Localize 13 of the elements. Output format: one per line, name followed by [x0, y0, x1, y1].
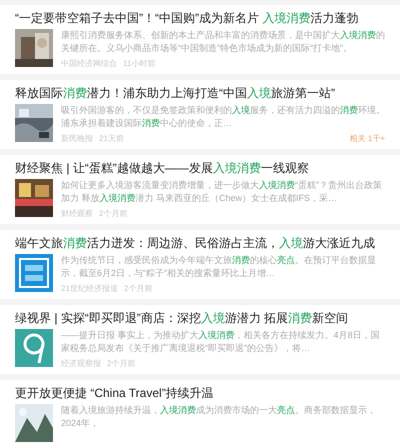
article-summary: ——提升日报 事实上，为推动扩大入境消费，相关各方在持续发力。4月8日，国家税务总局发布《关于推广离境退税“即买即退”的公告》，将…	[61, 329, 381, 355]
article-summary: 如何让更多入境游客流量变消费增量，进一步做大入境消费“蛋糕”？贵州出台政策加力 释放入境消费潜力 马来西亚的丘（Chew）女士在成都IFS，采…	[61, 179, 383, 205]
article-title[interactable]: 绿视界 | 实探“即买即退”商店：深挖入境游潜力 拓展消费新空间	[15, 310, 385, 326]
article-summary: 康熙引消费服务体系、创新的本土产品和丰富的消费场景，是中国扩大入境消费的关键所在。义乌小商品市场等“中国制造”特色市场成为新的国际“打卡地”。	[61, 29, 385, 55]
article-summary: 作为传统节日，感受民俗成为今年端午文旅消费的核心亮点。在预订平台数据显示，截至6月2日，与“粽子”相关的搜索量环比上月增…	[61, 254, 377, 280]
article-title[interactable]: “一定要带空箱子去中国”！“中国购”成为新名片 入境消费活力蓬勃	[15, 10, 385, 26]
article-summary: 随着入境旅游持续升温，入境消费成为消费市场的一大亮点。商务部数据显示，2024年，	[61, 404, 377, 430]
article-title[interactable]: 释放国际消费潜力！浦东助力上海打造“中国入境旅游第一站”	[15, 85, 385, 101]
article-title[interactable]: 端午文旅消费活力迸发：周边游、民俗游占主流，入境游大涨近九成	[15, 235, 385, 251]
news-card[interactable]: 更开放更便捷 “China Travel”持续升温 随着入境旅游持续升温，入境消费成为消费市场的一大亮点。商务部数据显示，2024年，	[0, 380, 400, 445]
article-title[interactable]: 更开放更便捷 “China Travel”持续升温	[15, 385, 385, 401]
article-title[interactable]: 财经聚焦 | 让“蛋糕”越做越大——发展入境消费一线观察	[15, 160, 385, 176]
article-summary: 吸引外国游客的，不仅是免签政策和便利的入境服务，还有活力四溢的消费环境。浦东承担着建设国际消费中心的使命，正…	[61, 104, 385, 130]
